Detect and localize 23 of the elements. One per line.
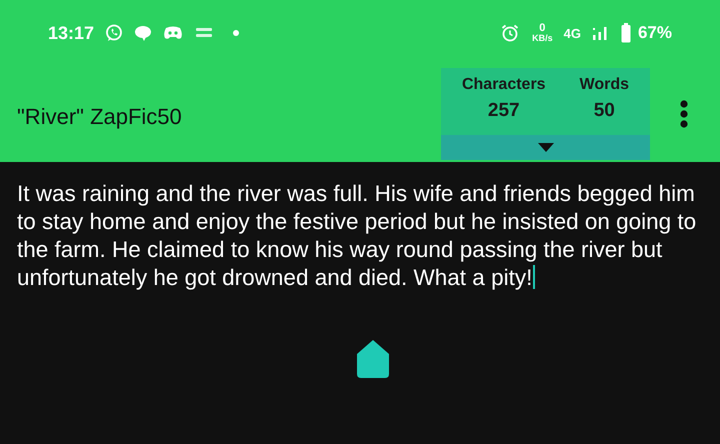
dot-icon (233, 30, 240, 36)
chat-bubble-icon (105, 24, 124, 42)
text-cursor (533, 265, 536, 289)
speed-value: 0 (539, 23, 546, 34)
game-controller-icon (163, 26, 184, 40)
battery-percentage: 67% (638, 23, 672, 43)
alarm-clock-icon (501, 24, 520, 42)
clock-time: 13:17 (48, 22, 94, 44)
stat-value: 257 (488, 100, 520, 122)
editor-text[interactable]: It was raining and the river was full. His wife and friends begged him to stay home and enjoy the festive period but he insisted on going to the farm. He claimed to know his way round passing the river but unfortunately he got drowned and died. What a pity! (17, 180, 697, 292)
speed-unit: KB/s (532, 34, 553, 43)
stat-value: 50 (594, 100, 615, 122)
battery-icon (620, 23, 631, 43)
more-options-icon[interactable] (680, 100, 688, 128)
dropdown-caret-icon (538, 143, 554, 152)
document-title: "River" ZapFic50 (17, 104, 183, 130)
network-type: 4G (564, 26, 581, 40)
stats-panel[interactable]: Characters 257 Words 50 (441, 68, 650, 160)
message-bubble-icon (134, 25, 152, 41)
cursor-handle[interactable] (357, 340, 389, 378)
stat-label: Characters (462, 76, 546, 94)
stat-label: Words (580, 76, 630, 94)
app-logo-icon (194, 27, 214, 39)
